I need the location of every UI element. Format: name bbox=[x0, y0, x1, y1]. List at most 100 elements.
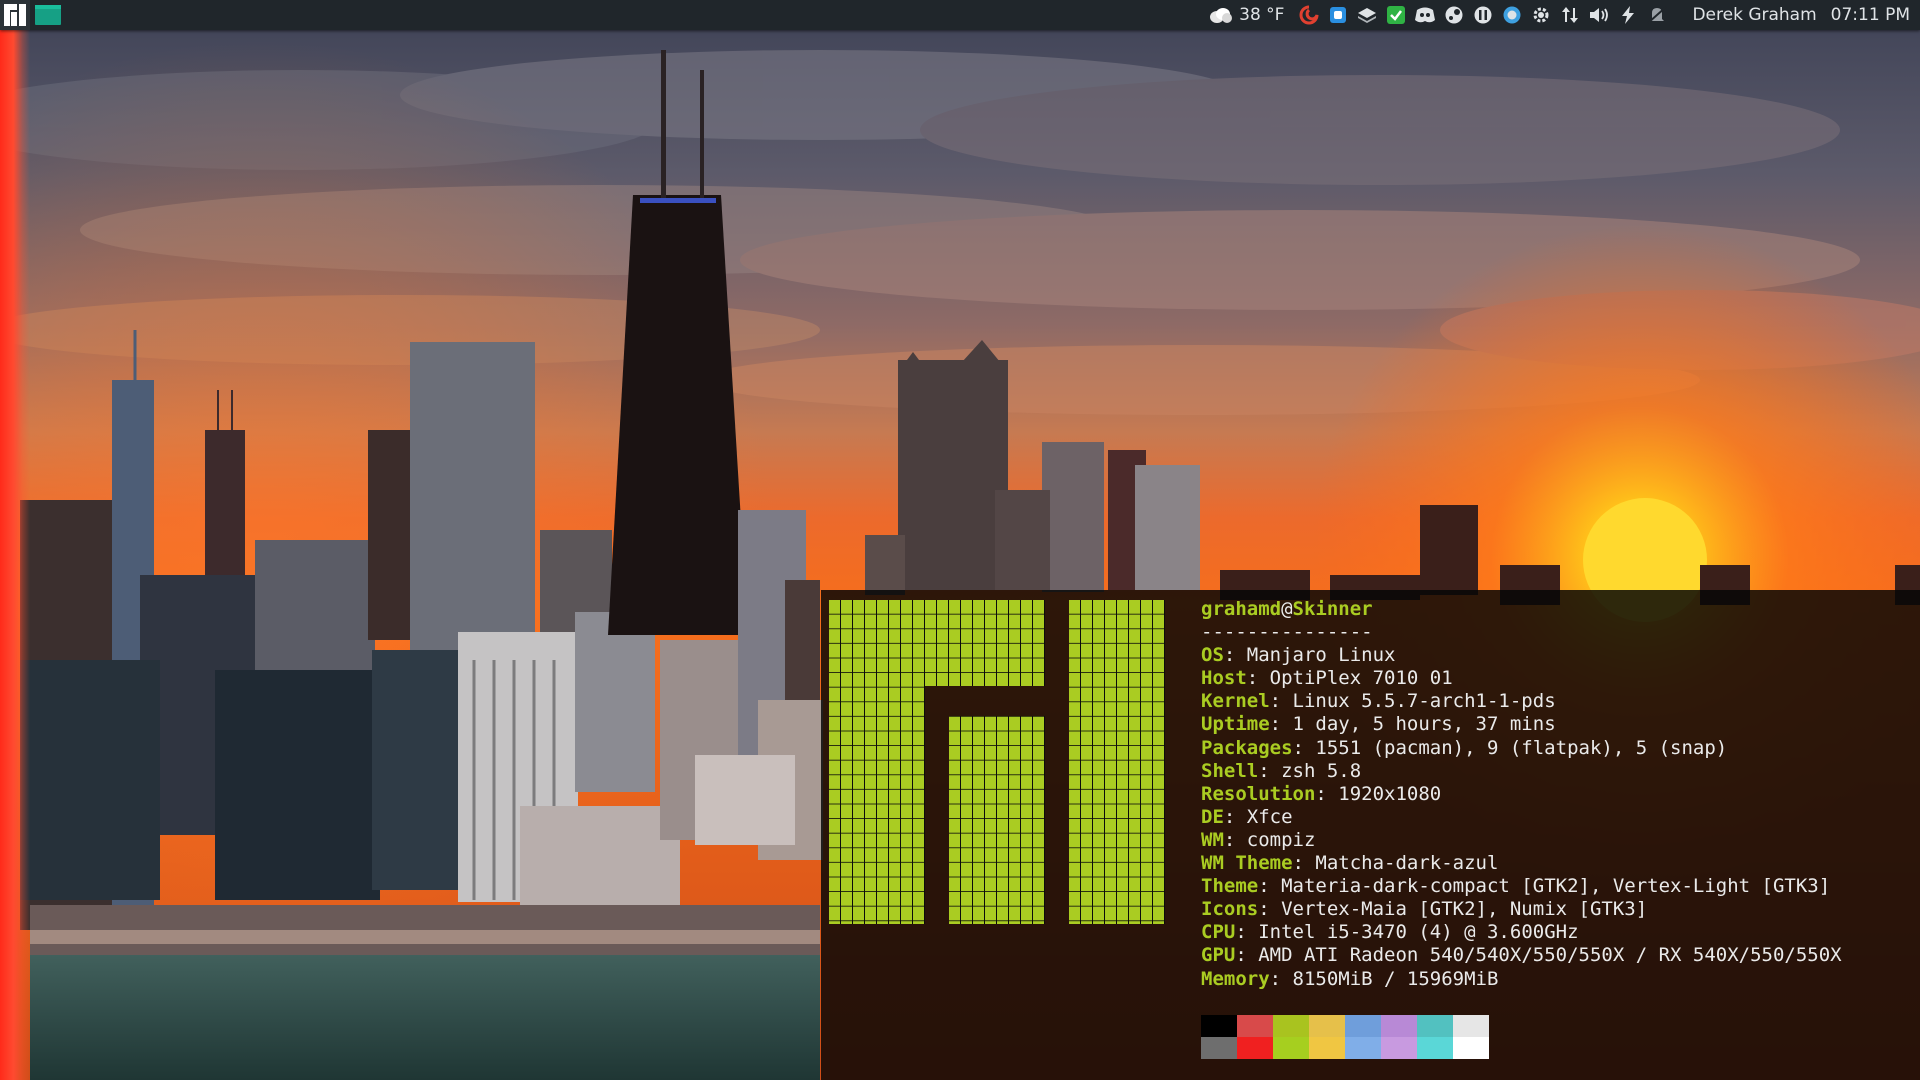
info-colon: : bbox=[1269, 713, 1293, 736]
info-value: 1551 (pacman), 9 (flatpak), 5 (snap) bbox=[1315, 736, 1728, 759]
volume-icon[interactable] bbox=[1588, 4, 1610, 26]
info-row: OS: Manjaro Linux bbox=[1201, 644, 1842, 667]
info-row: Packages: 1551 (pacman), 9 (flatpak), 5 … bbox=[1201, 737, 1842, 760]
info-value: Intel i5-3470 (4) @ 3.600GHz bbox=[1258, 921, 1579, 944]
info-value: zsh 5.8 bbox=[1281, 759, 1362, 782]
system-tray bbox=[1298, 4, 1668, 26]
info-colon: : bbox=[1258, 875, 1282, 898]
info-row: Shell: zsh 5.8 bbox=[1201, 760, 1842, 783]
palette-swatch bbox=[1309, 1037, 1345, 1059]
info-row: Kernel: Linux 5.5.7-arch1-1-pds bbox=[1201, 690, 1842, 713]
discord-icon[interactable] bbox=[1414, 4, 1436, 26]
terminal-window-icon bbox=[35, 5, 61, 25]
debian-swirl-icon[interactable] bbox=[1298, 4, 1320, 26]
info-key: Kernel bbox=[1201, 690, 1270, 713]
info-value: 8150MiB / 15969MiB bbox=[1292, 967, 1499, 990]
palette-swatch bbox=[1453, 1015, 1489, 1037]
info-key: Uptime bbox=[1201, 713, 1270, 736]
terminal-window-button[interactable] bbox=[34, 3, 62, 27]
notifications-icon[interactable] bbox=[1646, 4, 1668, 26]
network-icon[interactable] bbox=[1559, 4, 1581, 26]
info-row: Theme: Materia-dark-compact [GTK2], Vert… bbox=[1201, 875, 1842, 898]
info-colon: : bbox=[1258, 898, 1282, 921]
user-host-line: grahamd@Skinner bbox=[1201, 598, 1842, 621]
steam-icon[interactable] bbox=[1443, 4, 1465, 26]
separator-line: --------------- bbox=[1201, 621, 1373, 644]
info-row: Icons: Vertex-Maia [GTK2], Numix [GTK3] bbox=[1201, 898, 1842, 921]
info-row: GPU: AMD ATI Radeon 540/540X/550/550X / … bbox=[1201, 944, 1842, 967]
info-key: GPU bbox=[1201, 944, 1236, 967]
info-colon: : bbox=[1235, 921, 1259, 944]
info-key: Icons bbox=[1201, 898, 1259, 921]
info-value: Materia-dark-compact [GTK2], Vertex-Ligh… bbox=[1281, 875, 1831, 898]
palette-swatch bbox=[1237, 1037, 1273, 1059]
palette-swatch bbox=[1381, 1037, 1417, 1059]
palette-swatch bbox=[1237, 1015, 1273, 1037]
info-colon: : bbox=[1269, 690, 1293, 713]
info-row: Host: OptiPlex 7010 01 bbox=[1201, 667, 1842, 690]
info-row: Uptime: 1 day, 5 hours, 37 mins bbox=[1201, 713, 1842, 736]
info-value: Manjaro Linux bbox=[1246, 644, 1396, 667]
update-notifier-icon[interactable] bbox=[1501, 4, 1523, 26]
palette-swatch bbox=[1417, 1015, 1453, 1037]
clock[interactable]: 07:11 PM bbox=[1831, 5, 1910, 25]
info-key: Shell bbox=[1201, 759, 1259, 782]
info-key: CPU bbox=[1201, 921, 1236, 944]
palette-swatch bbox=[1273, 1015, 1309, 1037]
palette-swatch bbox=[1201, 1037, 1237, 1059]
info-row: WM Theme: Matcha-dark-azul bbox=[1201, 852, 1842, 875]
info-key: DE bbox=[1201, 805, 1224, 828]
info-colon: : bbox=[1235, 944, 1259, 967]
palette-swatch bbox=[1345, 1015, 1381, 1037]
info-key: Resolution bbox=[1201, 782, 1316, 805]
info-value: AMD ATI Radeon 540/540X/550/550X / RX 54… bbox=[1258, 944, 1842, 967]
manjaro-logo-icon bbox=[4, 4, 26, 26]
top-panel: 38 °F Derek Graham 07:11 PM bbox=[0, 0, 1920, 30]
palette-swatch bbox=[1381, 1015, 1417, 1037]
info-value: compiz bbox=[1246, 828, 1316, 851]
info-colon: : bbox=[1292, 736, 1316, 759]
info-key: OS bbox=[1201, 644, 1224, 667]
whisker-menu-button[interactable] bbox=[0, 0, 30, 30]
user-name[interactable]: Derek Graham bbox=[1692, 5, 1816, 25]
color-palette bbox=[1201, 1015, 1489, 1059]
info-row: CPU: Intel i5-3470 (4) @ 3.600GHz bbox=[1201, 921, 1842, 944]
power-icon[interactable] bbox=[1617, 4, 1639, 26]
info-value: 1920x1080 bbox=[1338, 782, 1442, 805]
checkmark-app-icon[interactable] bbox=[1385, 4, 1407, 26]
info-key: Packages bbox=[1201, 736, 1293, 759]
info-value: Vertex-Maia [GTK2], Numix [GTK3] bbox=[1281, 898, 1648, 921]
info-value: Linux 5.5.7-arch1-1-pds bbox=[1292, 690, 1556, 713]
info-colon: : bbox=[1223, 644, 1247, 667]
settings-icon[interactable] bbox=[1530, 4, 1552, 26]
at-sign: @ bbox=[1281, 598, 1293, 620]
synergy-icon[interactable] bbox=[1472, 4, 1494, 26]
info-colon: : bbox=[1315, 782, 1339, 805]
cloud-icon bbox=[1210, 8, 1233, 23]
info-colon: : bbox=[1269, 967, 1293, 990]
info-key: WM Theme bbox=[1201, 852, 1293, 875]
signal-messenger-icon[interactable] bbox=[1327, 4, 1349, 26]
info-key: Memory bbox=[1201, 967, 1270, 990]
layers-icon[interactable] bbox=[1356, 4, 1378, 26]
window-edge-glow bbox=[0, 30, 30, 1080]
palette-swatch bbox=[1345, 1037, 1381, 1059]
palette-swatch bbox=[1309, 1015, 1345, 1037]
palette-swatch bbox=[1453, 1037, 1489, 1059]
info-key: Theme bbox=[1201, 875, 1259, 898]
palette-swatch bbox=[1201, 1015, 1237, 1037]
temperature-text: 38 °F bbox=[1239, 5, 1285, 25]
palette-swatch bbox=[1417, 1037, 1453, 1059]
palette-swatch bbox=[1273, 1037, 1309, 1059]
info-row: Resolution: 1920x1080 bbox=[1201, 783, 1842, 806]
weather-plugin[interactable]: 38 °F bbox=[1209, 5, 1284, 25]
info-colon: : bbox=[1258, 759, 1282, 782]
hostname-text: Skinner bbox=[1292, 598, 1373, 620]
terminal-window[interactable]: grahamd@Skinner --------------- OS: Manjar… bbox=[821, 590, 1920, 1080]
info-row: DE: Xfce bbox=[1201, 806, 1842, 829]
info-colon: : bbox=[1223, 828, 1247, 851]
info-colon: : bbox=[1246, 667, 1270, 690]
info-value: OptiPlex 7010 01 bbox=[1269, 667, 1453, 690]
info-colon: : bbox=[1223, 805, 1247, 828]
info-colon: : bbox=[1292, 852, 1316, 875]
